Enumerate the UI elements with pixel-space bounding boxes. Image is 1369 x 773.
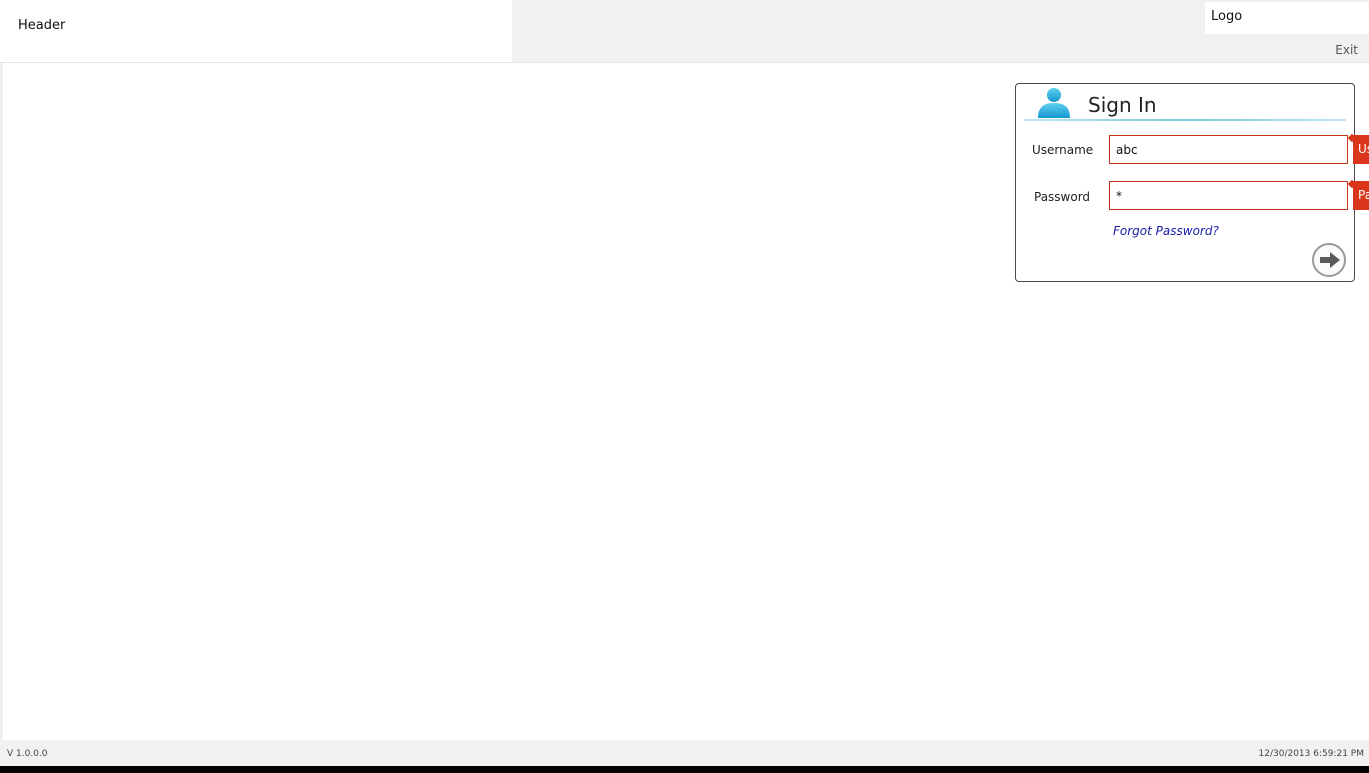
signin-submit-button[interactable] <box>1312 243 1346 277</box>
header-left: Header <box>0 0 512 62</box>
signin-title: Sign In <box>1088 93 1157 117</box>
password-label: Password <box>1034 190 1091 204</box>
datetime-text: 12/30/2013 6:59:21 PM <box>1258 749 1364 759</box>
logo-text: Logo <box>1211 9 1243 24</box>
left-edge-strip <box>0 63 3 740</box>
exit-button[interactable]: Exit <box>1335 43 1358 57</box>
version-text: V 1.0.0.0 <box>7 749 48 759</box>
status-bar: V 1.0.0.0 12/30/2013 6:59:21 PM <box>0 740 1369 766</box>
password-error-tooltip: Pa <box>1353 181 1369 210</box>
password-field[interactable] <box>1109 181 1348 210</box>
signin-title-underline <box>1024 119 1346 121</box>
username-error-tooltip: Us <box>1353 135 1369 164</box>
header-title: Header <box>18 18 66 33</box>
user-icon <box>1036 87 1072 119</box>
app-window: Header Logo Exit Sign In Username Pa <box>0 0 1369 773</box>
arrow-right-icon <box>1320 252 1340 268</box>
username-field[interactable] <box>1109 135 1348 164</box>
bottom-bar <box>0 766 1369 773</box>
forgot-password-link[interactable]: Forgot Password? <box>1113 224 1219 238</box>
username-label: Username <box>1032 143 1094 157</box>
logo: Logo <box>1205 2 1369 34</box>
header-divider <box>0 62 1369 63</box>
signin-panel: Sign In Username Password Forgot Passwor… <box>1015 83 1355 282</box>
